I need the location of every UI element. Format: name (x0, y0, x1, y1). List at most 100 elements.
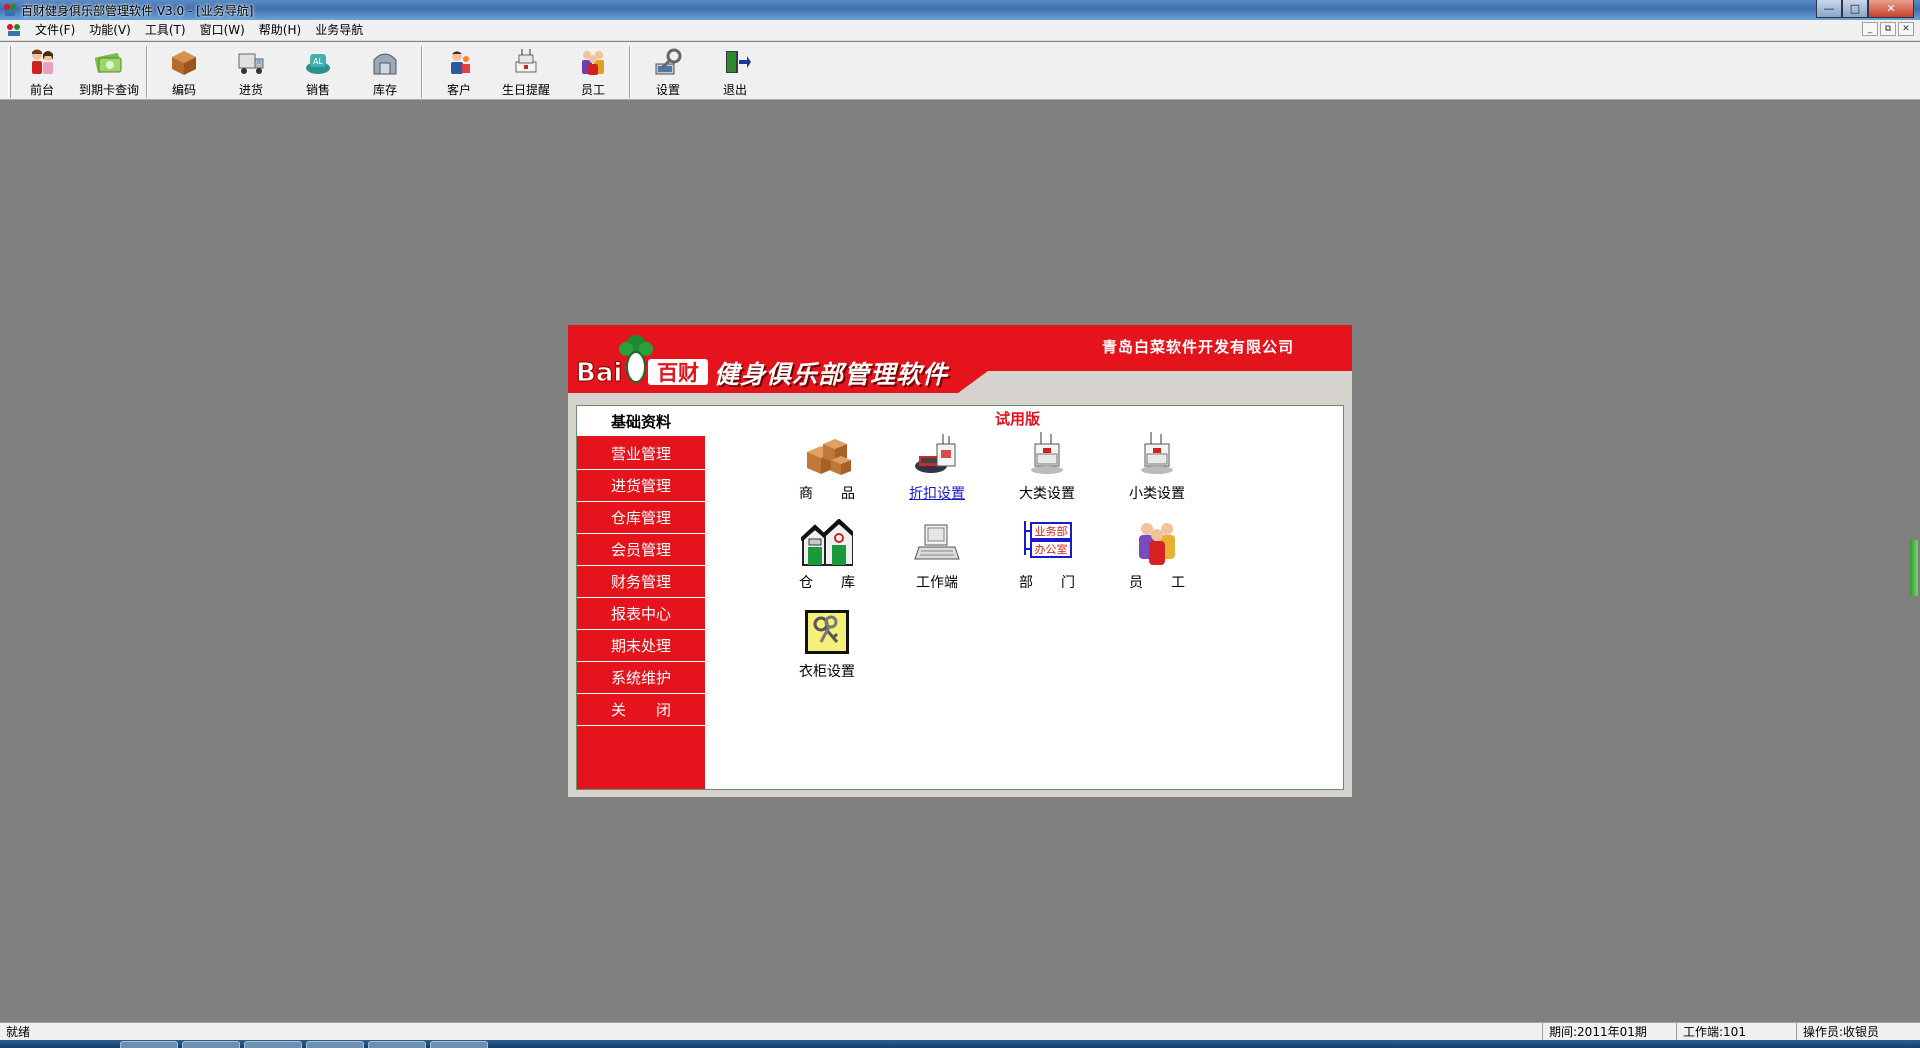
toolbar-label: 生日提醒 (501, 83, 550, 97)
svg-text:Bai: Bai (576, 358, 622, 387)
people-icon (32, 49, 53, 74)
locker-settings-item[interactable]: 衣柜设置 (777, 608, 877, 684)
toolbar-label: 库存 (372, 83, 397, 97)
sidebar-item-operations[interactable]: 营业管理 (577, 438, 705, 470)
workstation-item[interactable]: 工作端 (887, 519, 987, 595)
mdi-close-button[interactable]: ✕ (1898, 22, 1914, 36)
taskbar-button[interactable] (244, 1041, 302, 1048)
mdi-minimize-button[interactable]: _ (1862, 22, 1878, 36)
banner-wedge (958, 371, 988, 393)
toolbar-customer-button[interactable]: 客户 (427, 46, 491, 98)
grid-item-label: 衣柜设置 (799, 664, 855, 680)
toolbar-label: 设置 (655, 83, 680, 97)
toolbar-label: 进货 (238, 83, 263, 97)
toolbar-label: 退出 (722, 83, 747, 97)
sidebar-item-purchase[interactable]: 进货管理 (577, 470, 705, 502)
warehouse-item[interactable]: 仓 库 (777, 519, 877, 595)
toolbar-settings-button[interactable]: 设置 (636, 46, 700, 98)
toolbar-sales-button[interactable]: AL 销售 (286, 46, 350, 98)
menu-window[interactable]: 窗口(W) (193, 20, 252, 41)
taskbar-button[interactable] (306, 1041, 364, 1048)
locker-key-icon (805, 610, 849, 654)
toolbar-stock-button[interactable]: 库存 (353, 46, 417, 98)
category-settings-item[interactable]: 大类设置 (997, 430, 1097, 506)
goods-item[interactable]: 商 品 (777, 430, 877, 506)
company-name: 青岛白菜软件开发有限公司 (1102, 338, 1295, 356)
discount-settings-item[interactable]: 折扣设置 (887, 430, 987, 506)
grid-item-label: 员 工 (1129, 575, 1185, 591)
menu-file[interactable]: 文件(F) (28, 20, 82, 41)
minimize-button[interactable]: — (1816, 0, 1842, 18)
category-icon (1031, 432, 1063, 474)
toolbar-label: 员工 (580, 83, 605, 97)
settings-icon (655, 48, 682, 75)
menu-business-nav[interactable]: 业务导航 (308, 20, 370, 41)
grid-item-label: 部 门 (1019, 575, 1075, 591)
truck-icon (238, 53, 264, 74)
department-item[interactable]: 业务部 办公室 部 门 (997, 519, 1097, 595)
sidebar-item-close[interactable]: 关 闭 (577, 694, 705, 726)
toolbar-front-desk-button[interactable]: 前台 (10, 46, 74, 98)
status-text: 就绪 (6, 1025, 31, 1039)
customer-icon (451, 51, 470, 74)
toolbar-label: 编码 (171, 83, 196, 97)
grid-item-label: 大类设置 (1019, 486, 1075, 502)
taskbar (0, 1040, 1920, 1048)
status-bar: 就绪 期间:2011年01期 工作端:101 操作员:收银员 (0, 1022, 1920, 1041)
title-bar: 百财健身俱乐部管理软件 V3.0 - [业务导航] — □ ✕ (0, 0, 1920, 20)
taskbar-button[interactable] (368, 1041, 426, 1048)
employee-item[interactable]: 员 工 (1107, 519, 1207, 595)
close-button[interactable]: ✕ (1868, 0, 1914, 18)
taskbar-button[interactable] (120, 1041, 178, 1048)
goods-icon (807, 439, 851, 475)
taskbar-button[interactable] (430, 1041, 488, 1048)
menu-function[interactable]: 功能(V) (82, 20, 138, 41)
employee-icon (1139, 523, 1175, 565)
card-icon (94, 53, 122, 73)
discount-settings-link[interactable]: 折扣设置 (909, 483, 965, 503)
toolbar-staff-button[interactable]: 员工 (561, 46, 625, 98)
module-sidebar: 基础资料 营业管理 进货管理 仓库管理 会员管理 财务管理 报表中心 期末处理 … (577, 406, 705, 789)
menu-help[interactable]: 帮助(H) (252, 20, 308, 41)
grid-item-label: 小类设置 (1129, 486, 1185, 502)
toolbar-separator (421, 46, 423, 98)
menu-bar: 文件(F) 功能(V) 工具(T) 窗口(W) 帮助(H) 业务导航 _ ⧉ ✕ (0, 20, 1920, 41)
toolbar-purchase-button[interactable]: 进货 (219, 46, 283, 98)
sidebar-item-warehouse[interactable]: 仓库管理 (577, 502, 705, 534)
grid-item-label: 仓 库 (799, 575, 855, 591)
sidebar-item-finance[interactable]: 财务管理 (577, 566, 705, 598)
toolbar-exit-button[interactable]: 退出 (703, 46, 767, 98)
subcategory-settings-item[interactable]: 小类设置 (1107, 430, 1207, 506)
sidebar-item-reports[interactable]: 报表中心 (577, 598, 705, 630)
status-operator: 操作员:收银员 (1796, 1023, 1920, 1041)
banner-wedge-fill (988, 371, 1352, 393)
sidebar-item-member[interactable]: 会员管理 (577, 534, 705, 566)
mdi-child-icon[interactable] (6, 23, 22, 37)
birthday-icon (515, 49, 537, 73)
toolbar-coding-button[interactable]: 编码 (152, 46, 216, 98)
sidebar-item-system[interactable]: 系统维护 (577, 662, 705, 694)
staff-icon (582, 51, 604, 75)
edge-scroll-marker[interactable] (1910, 540, 1918, 596)
sidebar-item-period-end[interactable]: 期末处理 (577, 630, 705, 662)
warehouse-building-icon (801, 519, 853, 566)
department-icon: 业务部 办公室 (1024, 521, 1072, 558)
discount-icon (915, 434, 956, 473)
subcategory-icon (1141, 432, 1173, 474)
baicai-logo: Bai 百财 (576, 335, 708, 387)
toolbar-birthday-reminder-button[interactable]: 生日提醒 (494, 46, 558, 98)
terminal-icon (914, 524, 960, 560)
mdi-restore-button[interactable]: ⧉ (1880, 22, 1896, 36)
department-tag-office: 办公室 (1035, 542, 1068, 556)
taskbar-button[interactable] (182, 1041, 240, 1048)
warehouse-icon (373, 53, 397, 75)
maximize-button[interactable]: □ (1842, 0, 1868, 18)
department-tag-business: 业务部 (1035, 524, 1068, 538)
trial-edition-label: 试用版 (995, 410, 1041, 428)
toolbar: 前台 到期卡查询 编码 进货 AL 销售 库存 客户 生日提醒 员工 设置 退出 (0, 42, 1920, 100)
toolbar-expired-card-button[interactable]: 到期卡查询 (77, 46, 141, 98)
sidebar-item-basic-data[interactable]: 基础资料 (577, 406, 705, 438)
svg-text:百财: 百财 (657, 361, 699, 385)
menu-tools[interactable]: 工具(T) (138, 20, 193, 41)
banner: Bai 百财 健身俱乐部管理软件 青岛白菜软件开发有限公司 (568, 325, 1352, 393)
